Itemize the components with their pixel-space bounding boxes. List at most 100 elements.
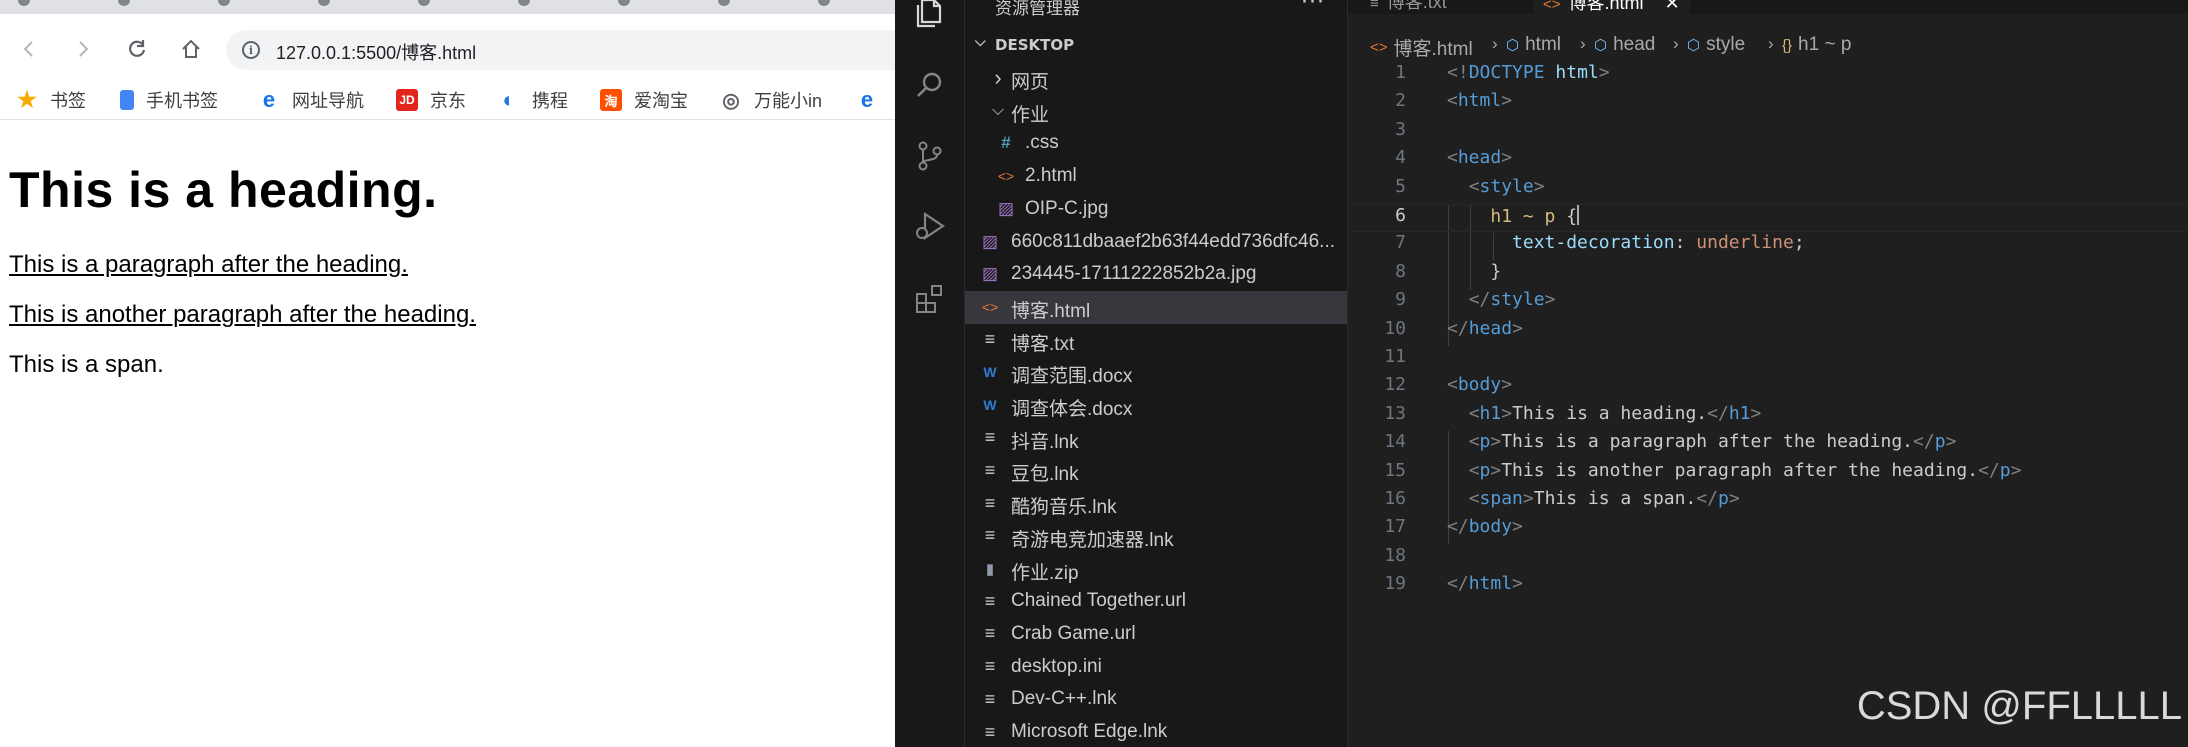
file-tree-item[interactable]: ≡ Crab Game.url	[965, 618, 1347, 651]
file-tree-item[interactable]: ▨ 660c811dbaaef2b63f44edd736dfc46...	[965, 226, 1347, 259]
bookmark-item[interactable]: JD 京东	[396, 86, 466, 114]
code-line[interactable]: 14 <p>This is a paragraph after the head…	[1348, 431, 2188, 459]
code-line[interactable]: 12 <body>	[1348, 374, 2188, 402]
tab-favicon-icon[interactable]	[818, 0, 830, 6]
code-text: </style>	[1447, 289, 1556, 310]
code-line[interactable]: 3	[1348, 119, 2188, 147]
file-tree-item[interactable]: ⌵ 作业	[965, 95, 1347, 128]
file-tree-item[interactable]: ≡ Microsoft Edge.lnk	[965, 716, 1347, 747]
file-tree-item[interactable]: ▨ 234445-17111222852b2a.jpg	[965, 258, 1347, 291]
code-line[interactable]: 6 h1 ~ p {	[1348, 204, 2188, 232]
vscode-window: 资源管理器 ··· ⌵ DESKTOP › 网页 ⌵ 作业 # .css <> 2.html ▨…	[895, 0, 2188, 747]
breadcrumb-item[interactable]: <> 博客.html	[1370, 34, 1473, 61]
bookmark-item[interactable]: ★ 书签	[16, 86, 86, 114]
run-debug-button[interactable]	[909, 205, 951, 247]
file-tree-item[interactable]: ≡ 酷狗音乐.lnk	[965, 487, 1347, 520]
file-tree-label: 作业.zip	[1011, 562, 1079, 584]
breadcrumb-item[interactable]: {} h1 ~ p	[1782, 34, 1851, 56]
tab-favicon-icon[interactable]	[618, 0, 630, 6]
file-tree-item[interactable]: <> 博客.html	[965, 290, 1347, 324]
file-tree-item[interactable]: ≡ Dev-C++.lnk	[965, 683, 1347, 716]
code-token: >	[1501, 374, 1513, 396]
tab-favicon-icon[interactable]	[518, 0, 530, 6]
bookmark-item[interactable]: 淘 爱淘宝	[600, 86, 688, 114]
extensions-button[interactable]	[909, 278, 951, 320]
code-line[interactable]: 4 <head>	[1348, 147, 2188, 175]
tab-favicon-icon[interactable]	[118, 0, 130, 6]
code-line[interactable]: 16 <span>This is a span.</p>	[1348, 488, 2188, 516]
bookmark-item[interactable]: e 网址导航	[258, 86, 364, 114]
file-tree-item[interactable]: ≡ 奇游电竞加速器.lnk	[965, 520, 1347, 553]
html-file-icon: <>	[1370, 39, 1388, 56]
address-bar[interactable]: i 127.0.0.1:5500/博客.html	[226, 30, 895, 70]
reload-button[interactable]	[124, 36, 150, 62]
code-token: body	[1468, 516, 1513, 538]
bookmark-item[interactable]: ◎ 万能小in	[720, 86, 822, 114]
code-line[interactable]: 11	[1348, 346, 2188, 374]
breadcrumb-item[interactable]: ⬡ head	[1594, 34, 1655, 56]
back-button[interactable]	[16, 36, 42, 62]
tab-favicon-icon[interactable]	[18, 0, 30, 6]
file-tree-item[interactable]: <> 2.html	[965, 160, 1347, 193]
file-tree-item[interactable]: ▮ 作业.zip	[965, 553, 1347, 586]
code-token: >	[1512, 573, 1523, 595]
file-tree-item[interactable]: W 调查范围.docx	[965, 356, 1347, 389]
file-tree-label: 酷狗音乐.lnk	[1011, 497, 1117, 519]
code-token: ;	[1793, 232, 1805, 254]
file-tree-label: 作业	[1011, 104, 1050, 126]
code-line[interactable]: 19 </html>	[1348, 573, 2188, 601]
explorer-section-header[interactable]: ⌵ DESKTOP	[965, 34, 1347, 58]
breadcrumb-item[interactable]: ⬡ html	[1506, 34, 1561, 56]
address-url[interactable]: 127.0.0.1:5500/博客.html	[276, 39, 476, 65]
code-line[interactable]: 5 <style>	[1348, 176, 2188, 204]
code-text: <head>	[1447, 147, 1512, 168]
code-line[interactable]: 2 <html>	[1348, 90, 2188, 118]
code-line[interactable]: 10 </head>	[1348, 318, 2188, 346]
file-tree-item[interactable]: W 调查体会.docx	[965, 389, 1347, 422]
file-tree-item[interactable]: # .css	[965, 127, 1347, 160]
file-tree-item[interactable]: ≡ desktop.ini	[965, 651, 1347, 684]
editor-tab[interactable]: ≡ 博客.txt	[1370, 0, 1447, 14]
search-button[interactable]	[909, 64, 951, 106]
source-control-button[interactable]	[909, 135, 951, 177]
tab-favicon-icon[interactable]	[218, 0, 230, 6]
editor-area: ≡ 博客.txt <> 博客.html ✕ <> 博客.html › ⬡ html › …	[1348, 0, 2188, 747]
cube-icon: ⬡	[1687, 37, 1701, 54]
bookmark-item[interactable]: e	[856, 86, 890, 114]
code-line[interactable]: 15 <p>This is another paragraph after th…	[1348, 460, 2188, 488]
code-line[interactable]: 7 text-decoration: underline;	[1348, 232, 2188, 260]
code-line[interactable]: 13 <h1>This is a heading.</h1>	[1348, 403, 2188, 431]
tab-favicon-icon[interactable]	[718, 0, 730, 6]
file-tree-item[interactable]: ▨ OIP-C.jpg	[965, 193, 1347, 226]
code-token: p	[1479, 459, 1491, 481]
forward-button[interactable]	[70, 36, 96, 62]
browser-window: i 127.0.0.1:5500/博客.html ★ 书签 手机书签 e 网址导…	[0, 0, 895, 747]
bookmark-item[interactable]: ◐ 携程	[498, 86, 568, 114]
file-tree-item[interactable]: ≡ 抖音.lnk	[965, 422, 1347, 455]
file-tree-item[interactable]: ≡ Chained Together.url	[965, 585, 1347, 618]
file-tree-item[interactable]: › 网页	[965, 62, 1347, 95]
line-number: 7	[1395, 232, 1406, 254]
code-line[interactable]: 17 </body>	[1348, 516, 2188, 544]
editor-tab-active[interactable]: <> 博客.html ✕	[1533, 0, 1690, 14]
tab-favicon-icon[interactable]	[418, 0, 430, 6]
close-icon[interactable]: ✕	[1665, 0, 1680, 13]
more-actions-icon[interactable]: ···	[1301, 0, 1325, 15]
code-token: p	[1717, 488, 1729, 509]
breadcrumb-item[interactable]: ⬡ style	[1687, 34, 1745, 56]
bookmark-item[interactable]: 手机书签	[120, 86, 218, 114]
site-info-icon[interactable]: i	[242, 41, 260, 59]
code-text: <span>This is a span.</p>	[1447, 488, 1740, 509]
code-line[interactable]: 8 }	[1348, 261, 2188, 289]
tab-favicon-icon[interactable]	[318, 0, 330, 6]
explorer-button[interactable]	[909, 0, 951, 34]
code-text: <p>This is another paragraph after the h…	[1447, 459, 2022, 481]
code-line[interactable]: 9 </style>	[1348, 289, 2188, 317]
file-tree-item[interactable]: ≡ 豆包.lnk	[965, 454, 1347, 487]
code-line[interactable]: 1 <!DOCTYPE html>	[1348, 62, 2188, 90]
file-tree-item[interactable]: ≡ 博客.txt	[965, 324, 1347, 357]
code-line[interactable]: 18	[1348, 545, 2188, 573]
code-token: This is another paragraph after the head…	[1501, 459, 1979, 481]
home-button[interactable]	[178, 36, 204, 62]
